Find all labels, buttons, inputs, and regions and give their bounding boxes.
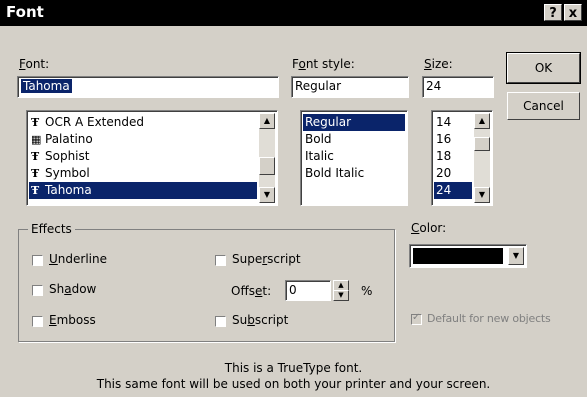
scroll-down-arrow-icon[interactable]: ▼ [259, 187, 275, 203]
font-name-input[interactable]: Tahoma [17, 76, 279, 98]
font-label: Font: [19, 57, 50, 71]
size-input[interactable]: 24 [422, 76, 494, 98]
size-list-scrollbar[interactable]: ▲ ▼ [474, 113, 490, 203]
color-label: Color: [411, 221, 447, 235]
font-style-list[interactable]: Regular Bold Italic Bold Italic [300, 110, 408, 206]
offset-unit: % [361, 284, 373, 298]
subscript-checkbox[interactable] [215, 316, 226, 327]
help-button[interactable]: ? [544, 4, 562, 21]
font-style-input[interactable]: Regular [291, 76, 409, 98]
default-for-new-objects-label[interactable]: Default for new objects [427, 312, 551, 325]
font-info-line-1: This is a TrueType font. [224, 361, 363, 375]
font-list-item-selected[interactable]: Ŧ Tahoma [29, 182, 257, 199]
shadow-checkbox[interactable] [32, 285, 43, 296]
emboss-checkbox[interactable] [32, 316, 43, 327]
offset-label: Offset: [231, 284, 272, 298]
truetype-icon: Ŧ [31, 167, 40, 180]
spin-down-arrow-icon[interactable]: ▼ [333, 290, 349, 301]
style-list-item-selected[interactable]: Regular [303, 114, 405, 131]
printer-font-icon: ▦ [31, 133, 42, 146]
size-list-item[interactable]: 18 [434, 148, 472, 165]
default-for-new-objects-checkbox[interactable]: ✓ [411, 312, 422, 325]
font-style-label: Font style: [292, 57, 355, 71]
font-list-scrollbar[interactable]: ▲ ▼ [259, 113, 275, 203]
color-swatch [413, 248, 503, 264]
font-list-item[interactable]: Ŧ Sophist [29, 148, 257, 165]
scroll-up-arrow-icon[interactable]: ▲ [474, 113, 490, 129]
window-title: Font [6, 3, 44, 21]
scroll-down-arrow-icon[interactable]: ▼ [474, 187, 490, 203]
offset-input[interactable]: 0 [285, 280, 331, 301]
font-list-item[interactable]: Ŧ OCR A Extended [29, 114, 257, 131]
font-list-item[interactable]: ▦ Palatino [29, 131, 257, 148]
font-name-value: Tahoma [21, 79, 72, 93]
size-list-item-selected[interactable]: 24 [434, 182, 472, 199]
size-list-item[interactable]: 16 [434, 131, 472, 148]
close-button[interactable]: x [564, 4, 582, 21]
truetype-icon: Ŧ [31, 116, 40, 129]
shadow-label[interactable]: Shadow [49, 282, 96, 296]
font-dialog: Font ? x Font: Tahoma Ŧ OCR A Extended ▦ P… [0, 0, 587, 397]
font-list[interactable]: Ŧ OCR A Extended ▦ Palatino Ŧ Sophist Ŧ Symb… [26, 110, 278, 206]
size-list-item[interactable]: 14 [434, 114, 472, 131]
size-list-item[interactable]: 20 [434, 165, 472, 182]
truetype-icon: Ŧ [31, 150, 40, 163]
font-info-line-2: This same font will be used on both your… [96, 377, 491, 391]
style-list-item[interactable]: Bold [303, 131, 405, 148]
size-list[interactable]: 14 16 18 20 24 ▲ ▼ [431, 110, 493, 206]
font-list-item[interactable]: Ŧ Symbol [29, 165, 257, 182]
superscript-label[interactable]: Superscript [232, 252, 301, 266]
style-list-item[interactable]: Bold Italic [303, 165, 405, 182]
truetype-icon: Ŧ [31, 184, 40, 197]
offset-spinner[interactable]: ▲ ▼ [333, 280, 349, 301]
underline-checkbox[interactable] [32, 255, 43, 266]
checkmark-icon: ✓ [412, 312, 421, 323]
subscript-label[interactable]: Subscript [232, 313, 288, 327]
title-bar[interactable]: Font ? x [0, 0, 587, 26]
underline-label[interactable]: Underline [49, 252, 107, 266]
scroll-up-arrow-icon[interactable]: ▲ [259, 113, 275, 129]
dropdown-arrow-icon[interactable]: ▼ [508, 247, 524, 265]
scroll-thumb[interactable] [259, 157, 275, 175]
size-label: Size: [424, 57, 453, 71]
effects-group-label: Effects [28, 222, 75, 236]
emboss-label[interactable]: Emboss [49, 313, 96, 327]
cancel-button[interactable]: Cancel [507, 92, 580, 120]
style-list-item[interactable]: Italic [303, 148, 405, 165]
ok-button[interactable]: OK [506, 52, 581, 84]
color-dropdown[interactable]: ▼ [409, 244, 527, 268]
scroll-thumb[interactable] [474, 137, 490, 151]
superscript-checkbox[interactable] [215, 255, 226, 266]
